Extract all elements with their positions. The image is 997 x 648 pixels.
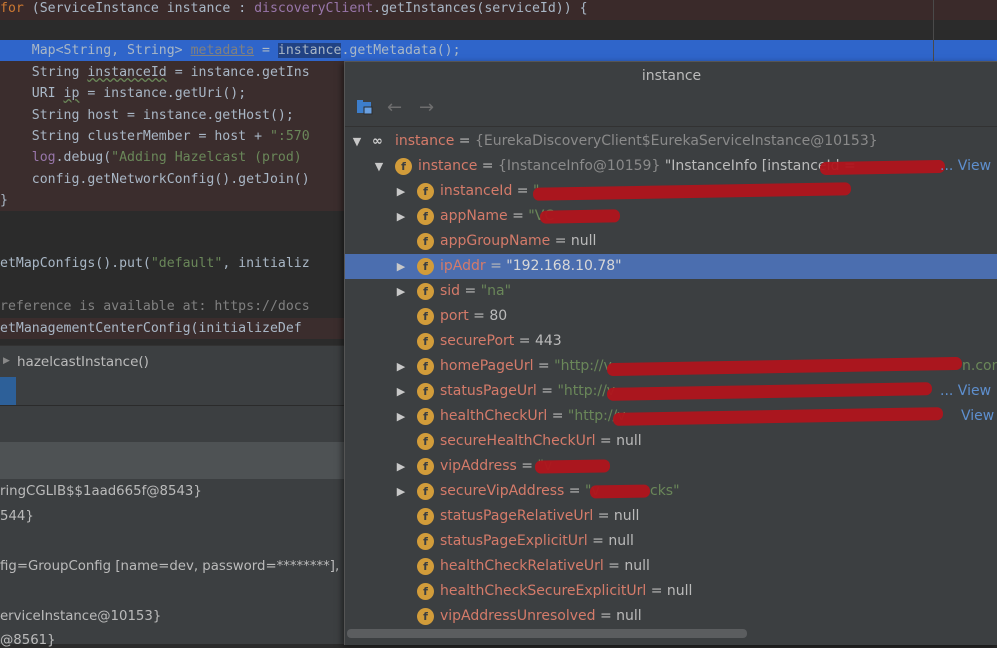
code-line-6[interactable]: String clusterMember = host + ":570 [0, 126, 310, 147]
horizontal-scrollbar[interactable] [347, 629, 747, 638]
popup-title[interactable]: instance [345, 62, 997, 90]
tree-row-appName[interactable]: ▶ f appName = "VC [345, 204, 997, 229]
right-margin-guide [933, 0, 934, 61]
tree-row-secureHealthCheckUrl[interactable]: f secureHealthCheckUrl = null [345, 429, 997, 454]
tree-row-instance-info[interactable]: ▼ f instance = {InstanceInfo@10159} "Ins… [345, 154, 997, 179]
field-icon: f [417, 508, 434, 525]
collapsed-arrow-icon[interactable]: ▶ [395, 379, 407, 404]
code-line-2[interactable]: Map<String, String> metadata = instance.… [0, 40, 461, 61]
evaluate-popup[interactable]: instance ← → ▼ ∞ instance = {EurekaDisco… [344, 61, 997, 645]
redaction-mark [534, 459, 611, 474]
redaction-mark [606, 356, 963, 377]
field-icon: f [417, 608, 434, 625]
watch-infinity-icon: ∞ [372, 134, 383, 149]
redaction-mark [606, 382, 933, 401]
tree-row-healthCheckUrl[interactable]: ▶ f healthCheckUrl = "http://v View [345, 404, 997, 429]
code-line-7[interactable]: log.debug("Adding Hazelcast (prod) [0, 147, 302, 168]
collapsed-arrow-icon[interactable]: ▶ [395, 479, 407, 504]
field-icon: f [417, 458, 434, 475]
expanded-arrow-icon[interactable]: ▼ [351, 129, 363, 154]
view-link[interactable]: ... View [940, 379, 991, 404]
variable-line-2[interactable]: 544} [0, 509, 34, 524]
collapsed-arrow-icon[interactable]: ▶ [395, 204, 407, 229]
back-arrow-icon[interactable]: ← [387, 98, 407, 118]
field-icon: f [417, 258, 434, 275]
code-line-8[interactable]: config.getNetworkConfig().getJoin() [0, 169, 310, 190]
field-icon: f [417, 583, 434, 600]
tree-row-instanceId[interactable]: ▶ f instanceId = " [345, 179, 997, 204]
tree-row-ipAddr[interactable]: ▶ f ipAddr = "192.168.10.78" [345, 254, 997, 279]
collapsed-arrow-icon[interactable]: ▶ [395, 254, 407, 279]
tree-row-port[interactable]: f port = 80 [345, 304, 997, 329]
selected-frame-marker [0, 377, 16, 405]
tree-row-homePageUrl[interactable]: ▶ f homePageUrl = "http://v n.cor [345, 354, 997, 379]
tree-row-vipAddress[interactable]: ▶ f vipAddress = "v [345, 454, 997, 479]
field-icon: f [417, 308, 434, 325]
variable-tree[interactable]: ▼ ∞ instance = {EurekaDiscoveryClient$Eu… [345, 126, 997, 632]
field-icon: f [417, 358, 434, 375]
tree-row-securePort[interactable]: f securePort = 443 [345, 329, 997, 354]
code-line-12[interactable]: etManagementCenterConfig(initializeDef [0, 318, 302, 339]
tree-row-statusPageUrl[interactable]: ▶ f statusPageUrl = "http://v ... View [345, 379, 997, 404]
field-icon: f [417, 383, 434, 400]
variable-line-3[interactable]: fig=GroupConfig [name=dev, password=****… [0, 559, 357, 574]
field-icon: f [417, 233, 434, 250]
forward-arrow-icon[interactable]: → [419, 98, 439, 118]
field-icon: f [417, 208, 434, 225]
collapsed-arrow-icon[interactable]: ▶ [395, 354, 407, 379]
breadcrumb-arrow-icon: ▶ [3, 356, 10, 366]
keyword: for [0, 1, 24, 16]
tree-row-statusPageRelativeUrl[interactable]: f statusPageRelativeUrl = null [345, 504, 997, 529]
redaction-mark [532, 182, 852, 201]
tree-row-vipAddressUnresolved[interactable]: f vipAddressUnresolved = null [345, 604, 997, 629]
field-icon: f [417, 533, 434, 550]
code-line-11[interactable]: reference is available at: https://docs [0, 296, 310, 317]
field-icon: f [417, 408, 434, 425]
field-icon: f [395, 158, 412, 175]
variable-line-5[interactable]: @8561} [0, 633, 56, 648]
expanded-arrow-icon[interactable]: ▼ [373, 154, 385, 179]
code-line-3[interactable]: String instanceId = instance.getIns [0, 62, 310, 83]
redaction-mark [612, 407, 944, 426]
view-link[interactable]: View [961, 404, 994, 429]
field-icon: f [417, 183, 434, 200]
tree-row-secureVipAddress[interactable]: ▶ f secureVipAddress = "v cks" [345, 479, 997, 504]
variable-line-1[interactable]: ringCGLIB$$1aad665f@8543} [0, 484, 202, 499]
field-icon: f [417, 433, 434, 450]
tree-row-sid[interactable]: ▶ f sid = "na" [345, 279, 997, 304]
tree-row-healthCheckRelativeUrl[interactable]: f healthCheckRelativeUrl = null [345, 554, 997, 579]
tree-row-healthCheckSecureExplicitUrl[interactable]: f healthCheckSecureExplicitUrl = null [345, 579, 997, 604]
popup-toolbar: ← → [345, 90, 997, 126]
variable-line-4[interactable]: erviceInstance@10153} [0, 609, 161, 624]
field-icon: f [417, 333, 434, 350]
folder-tree-icon[interactable] [355, 98, 375, 118]
collapsed-arrow-icon[interactable]: ▶ [395, 404, 407, 429]
code-line-4[interactable]: URI ip = instance.getUri(); [0, 83, 246, 104]
code-line-10[interactable]: etMapConfigs().put("default", initializ [0, 253, 310, 274]
field-icon: f [417, 558, 434, 575]
code-line-1[interactable]: for (ServiceInstance instance : discover… [0, 0, 588, 19]
redaction-mark [589, 484, 651, 499]
collapsed-arrow-icon[interactable]: ▶ [395, 454, 407, 479]
redaction-mark [819, 159, 946, 176]
code-line-5[interactable]: String host = instance.getHost(); [0, 105, 294, 126]
tree-row-appGroupName[interactable]: f appGroupName = null [345, 229, 997, 254]
field-icon: f [417, 483, 434, 500]
tree-row-statusPageExplicitUrl[interactable]: f statusPageExplicitUrl = null [345, 529, 997, 554]
breadcrumb-method[interactable]: hazelcastInstance() [17, 354, 149, 370]
collapsed-arrow-icon[interactable]: ▶ [395, 179, 407, 204]
field-icon: f [417, 283, 434, 300]
collapsed-arrow-icon[interactable]: ▶ [395, 279, 407, 304]
redaction-mark [539, 209, 621, 224]
code-line-9[interactable]: } [0, 190, 8, 211]
view-link[interactable]: ... View [940, 154, 991, 179]
tree-row-instance[interactable]: ▼ ∞ instance = {EurekaDiscoveryClient$Eu… [345, 129, 997, 154]
